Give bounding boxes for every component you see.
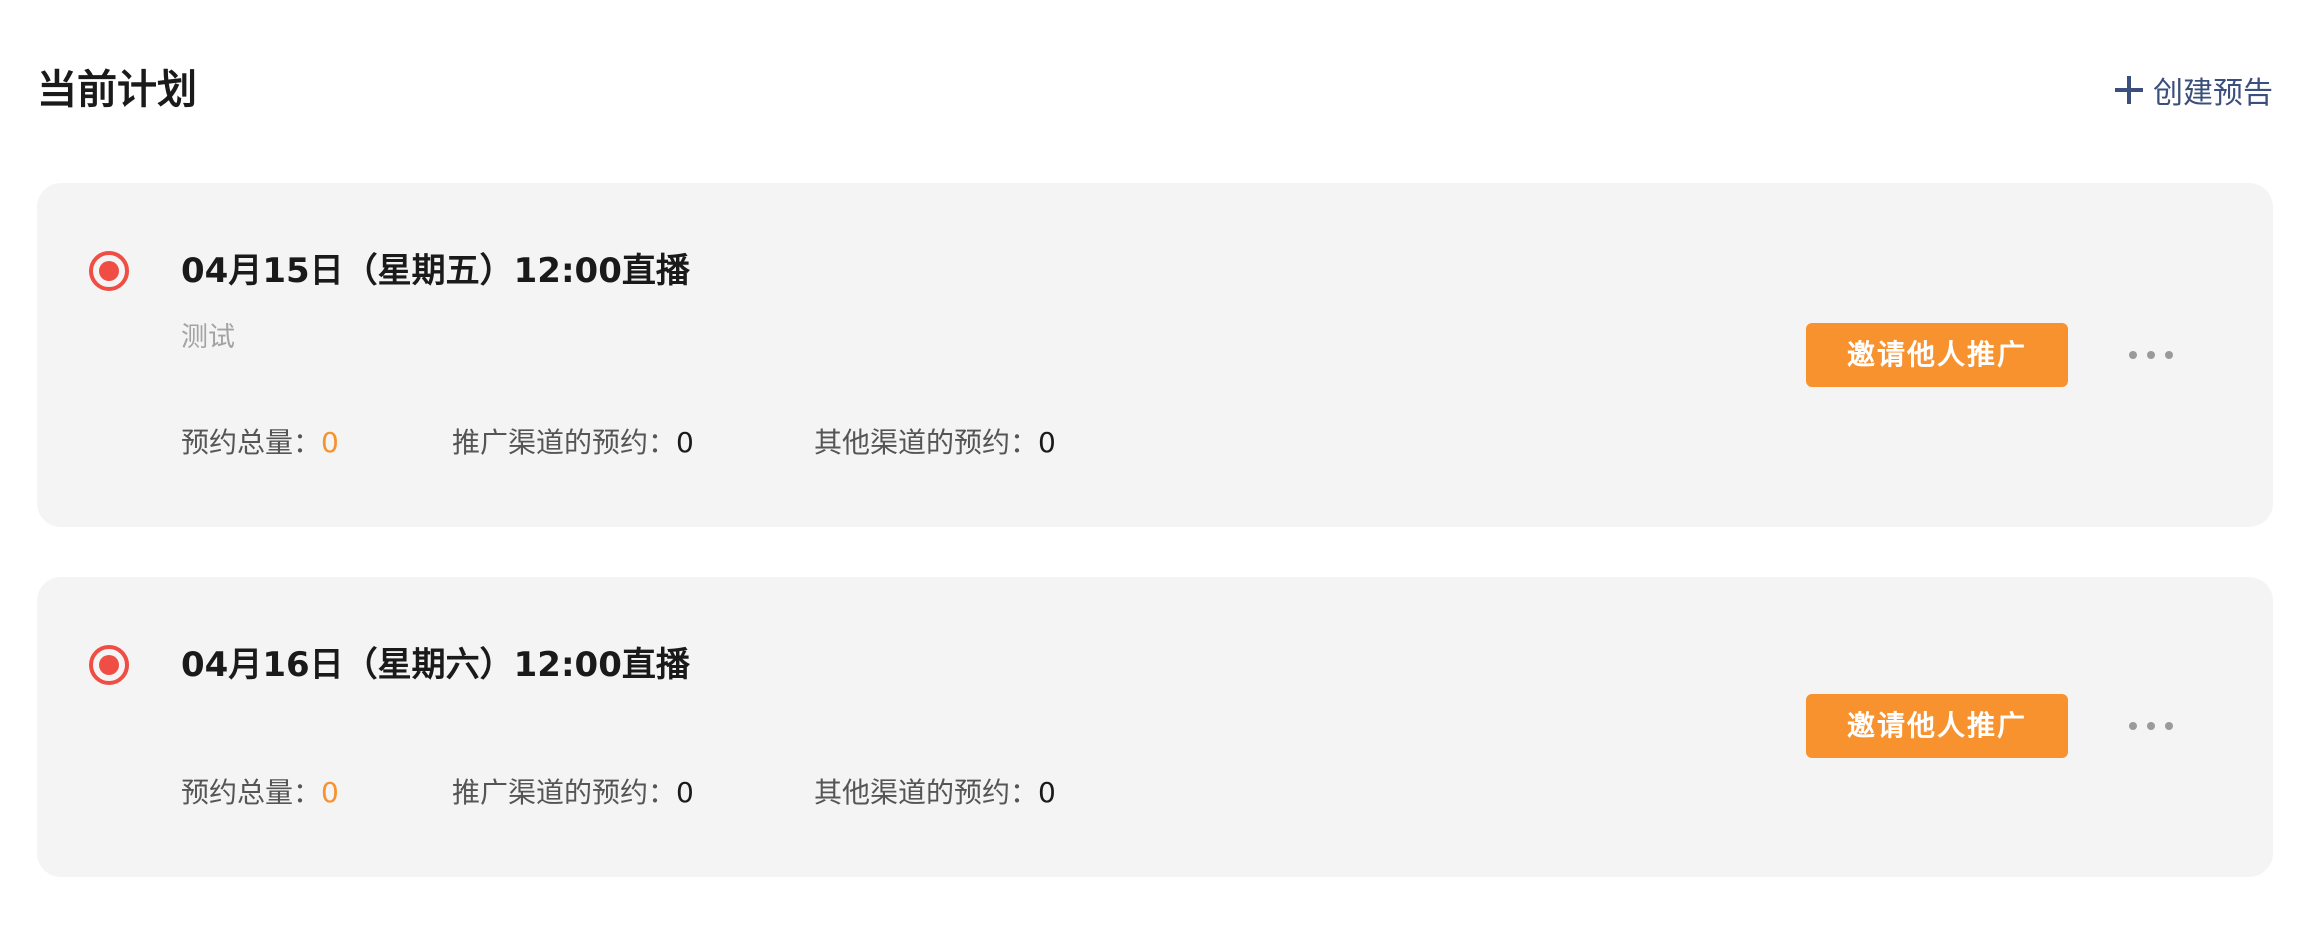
live-record-icon (89, 645, 129, 685)
plan-title: 04月15日（星期五）12:00直播 (181, 251, 690, 291)
plus-icon (2115, 76, 2143, 104)
stat-promo-label: 推广渠道的预约： (452, 776, 677, 809)
page-header: 当前计划 创建预告 (37, 60, 2273, 120)
stat-other: 其他渠道的预约：0 (814, 773, 1056, 813)
stat-total-value: 0 (321, 426, 339, 459)
stat-other-label: 其他渠道的预约： (814, 776, 1039, 809)
page-title: 当前计划 (37, 67, 197, 113)
stat-total: 预约总量：0 (181, 423, 339, 463)
plan-card: 04月15日（星期五）12:00直播 测试 预约总量：0 推广渠道的预约：0 其… (37, 183, 2273, 527)
create-preview-button[interactable]: 创建预告 (2115, 60, 2273, 120)
stat-promo-value: 0 (676, 426, 694, 459)
stat-other-label: 其他渠道的预约： (814, 426, 1039, 459)
plan-description: 测试 (181, 322, 235, 353)
live-record-icon (89, 251, 129, 291)
stat-total-value: 0 (321, 776, 339, 809)
stat-promo: 推广渠道的预约：0 (452, 773, 694, 813)
more-dots-icon[interactable] (2129, 340, 2173, 370)
plan-card: 04月16日（星期六）12:00直播 预约总量：0 推广渠道的预约：0 其他渠道… (37, 577, 2273, 877)
invite-promote-button[interactable]: 邀请他人推广 (1806, 323, 2068, 387)
stat-other-value: 0 (1038, 426, 1056, 459)
stat-other-value: 0 (1038, 776, 1056, 809)
stat-total-label: 预约总量： (181, 426, 322, 459)
stat-total: 预约总量：0 (181, 773, 339, 813)
plan-title: 04月16日（星期六）12:00直播 (181, 645, 690, 685)
stat-promo-label: 推广渠道的预约： (452, 426, 677, 459)
stat-total-label: 预约总量： (181, 776, 322, 809)
create-preview-label: 创建预告 (2153, 76, 2273, 111)
more-dots-icon[interactable] (2129, 711, 2173, 741)
invite-promote-button[interactable]: 邀请他人推广 (1806, 694, 2068, 758)
stat-other: 其他渠道的预约：0 (814, 423, 1056, 463)
stat-promo: 推广渠道的预约：0 (452, 423, 694, 463)
stat-promo-value: 0 (676, 776, 694, 809)
